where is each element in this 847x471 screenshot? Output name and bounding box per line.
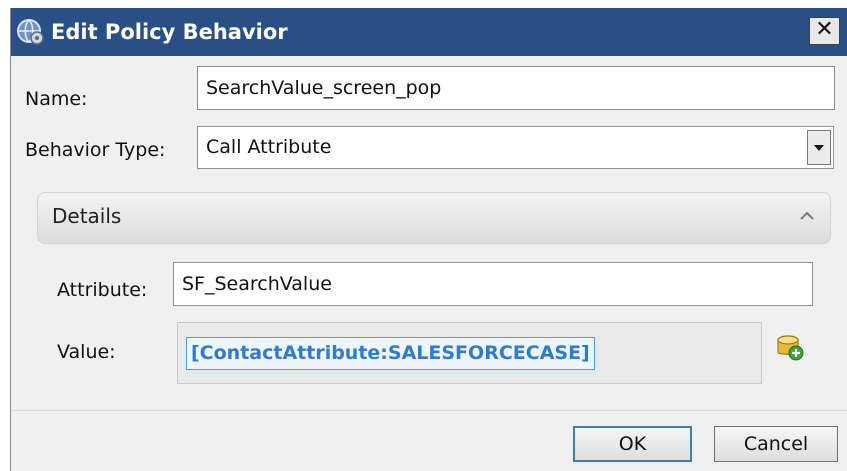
value-field[interactable]: [ContactAttribute:SALESFORCECASE] [177,322,762,384]
edit-policy-behavior-dialog: Edit Policy Behavior ✕ Name: SearchValue… [10,8,847,471]
behavior-type-value: Call Attribute [206,136,332,158]
name-input[interactable]: SearchValue_screen_pop [197,66,835,110]
chevron-up-icon[interactable] [798,209,816,223]
close-button[interactable]: ✕ [809,17,840,45]
close-icon: ✕ [815,17,834,42]
cancel-button[interactable]: Cancel [714,426,838,462]
ok-button[interactable]: OK [573,426,692,462]
footer-divider [11,410,847,411]
value-label: Value: [57,341,116,363]
behavior-type-label: Behavior Type: [25,139,166,161]
attribute-input[interactable]: SF_SearchValue [173,262,813,306]
details-section-header[interactable]: Details [37,192,831,244]
behavior-type-select[interactable]: Call Attribute [197,126,834,169]
attribute-label: Attribute: [57,279,148,301]
dropdown-arrow-icon [814,145,824,151]
name-label: Name: [25,88,88,110]
background-edge [0,0,10,471]
dialog-title: Edit Policy Behavior [51,20,288,44]
details-title: Details [52,204,122,228]
globe-gear-icon [17,19,44,45]
dropdown-button[interactable] [807,130,831,165]
title-bar[interactable]: Edit Policy Behavior ✕ [11,8,847,56]
contact-attribute-token[interactable]: [ContactAttribute:SALESFORCECASE] [186,337,595,370]
database-add-icon[interactable] [775,332,805,362]
